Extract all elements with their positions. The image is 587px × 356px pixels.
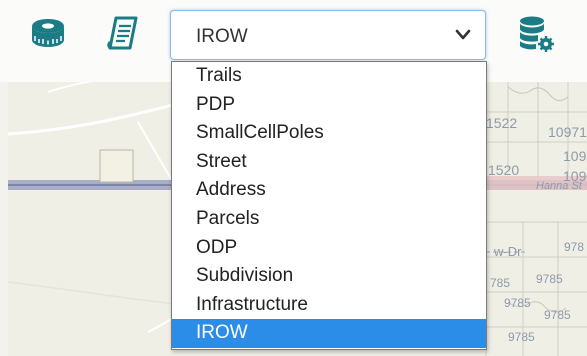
map-label: 978 xyxy=(564,240,585,254)
map-label: 1520 xyxy=(488,162,520,178)
report-document-icon[interactable] xyxy=(104,14,144,54)
layer-select[interactable]: IROW xyxy=(170,10,486,60)
option-address[interactable]: Address xyxy=(172,176,486,205)
map-label: 785 xyxy=(490,276,511,290)
map-label: 1097 xyxy=(563,148,587,164)
map-label: 9785 xyxy=(504,296,531,310)
chevron-down-icon xyxy=(455,28,471,42)
map-label: 9785 xyxy=(536,272,563,286)
layer-dropdown-list: Trails PDP SmallCellPoles Street Address… xyxy=(171,61,487,350)
option-irow[interactable]: IROW xyxy=(172,319,486,348)
option-street[interactable]: Street xyxy=(172,148,486,177)
option-smallcellpoles[interactable]: SmallCellPoles xyxy=(172,119,486,148)
map-label: w-Dr xyxy=(494,244,522,259)
option-pdp[interactable]: PDP xyxy=(172,91,486,120)
option-parcels[interactable]: Parcels xyxy=(172,205,486,234)
map-label: 1522 xyxy=(486,115,518,131)
option-trails[interactable]: Trails xyxy=(172,62,486,91)
option-infrastructure[interactable]: Infrastructure xyxy=(172,291,486,320)
database-settings-icon[interactable] xyxy=(516,14,556,54)
map-label: 9785 xyxy=(508,330,535,344)
map-label: 9785 xyxy=(544,308,571,322)
option-odp[interactable]: ODP xyxy=(172,234,486,263)
layer-select-value: IROW xyxy=(196,26,248,47)
map-label: 10971 xyxy=(548,124,587,140)
street-label: Hanna St xyxy=(536,180,582,192)
measure-tape-icon[interactable] xyxy=(28,14,68,54)
option-subdivision[interactable]: Subdivision xyxy=(172,262,486,291)
